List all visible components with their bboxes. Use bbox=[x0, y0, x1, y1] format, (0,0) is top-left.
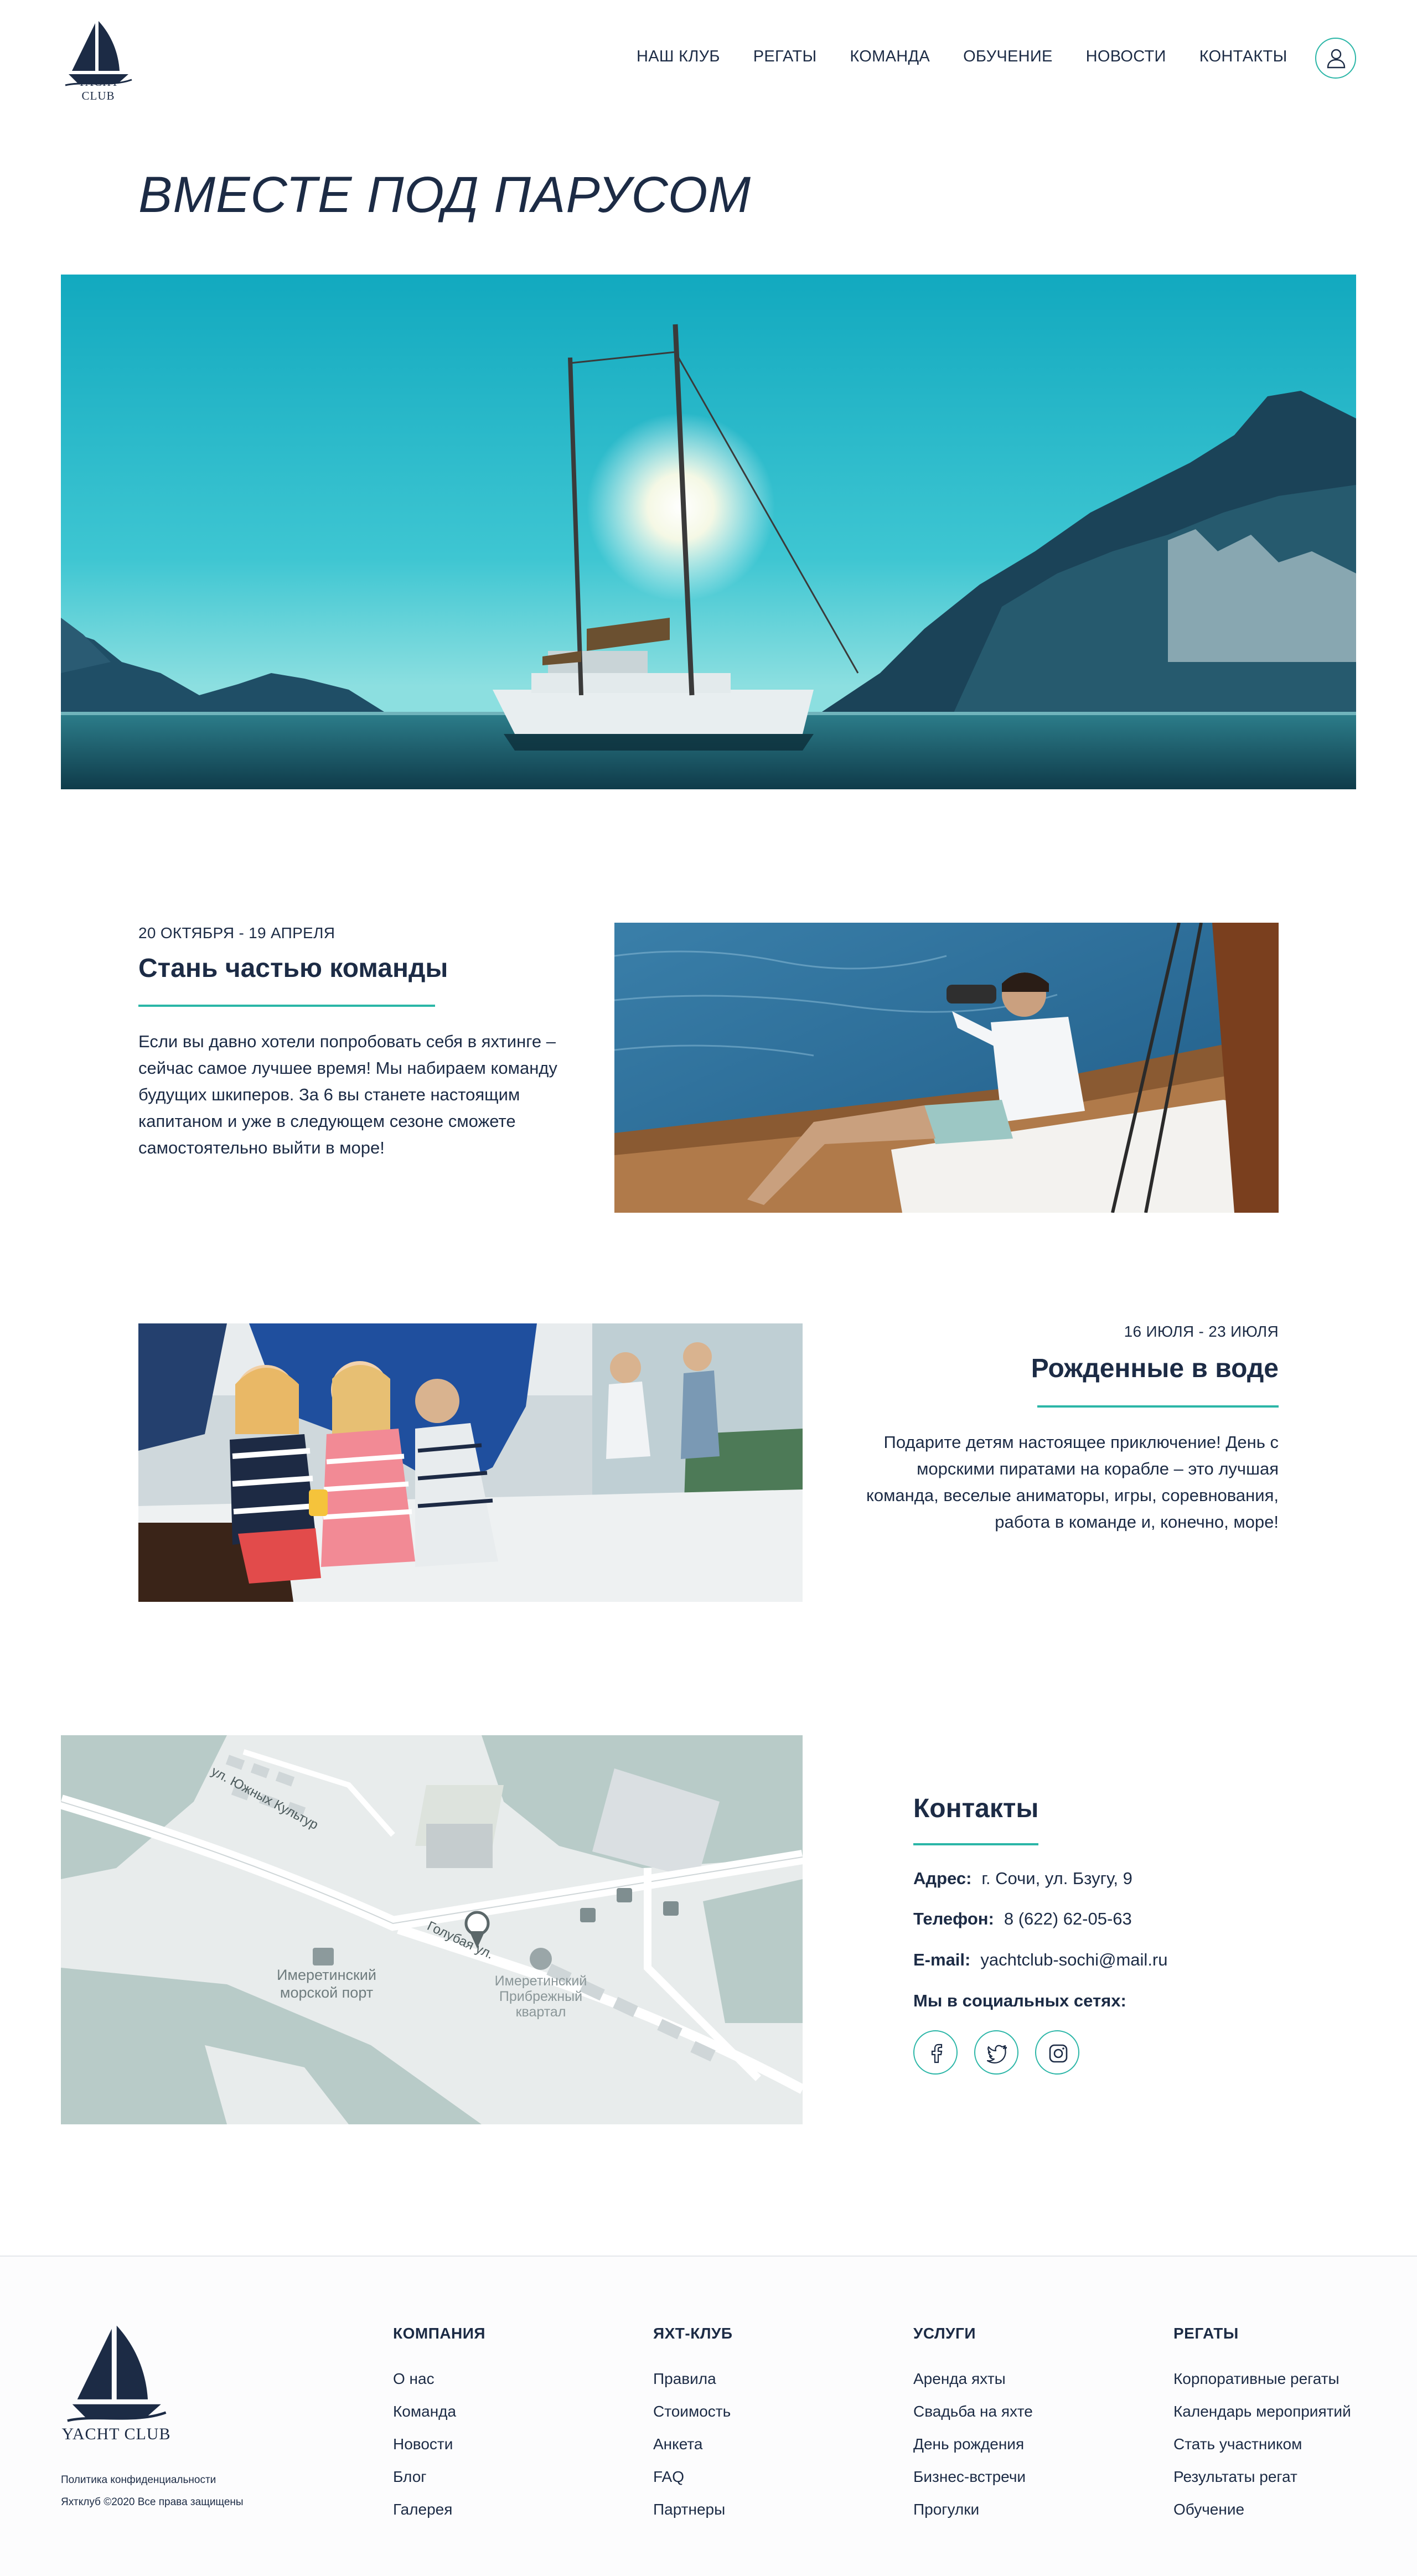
twitter-icon bbox=[986, 2045, 1007, 2063]
footer-link[interactable]: Прогулки bbox=[913, 2501, 1033, 2518]
footer-link[interactable]: О нас bbox=[393, 2370, 485, 2388]
phone-value[interactable]: 8 (622) 62-05-63 bbox=[1004, 1909, 1132, 1928]
email-value[interactable]: yachtclub-sochi@mail.ru bbox=[980, 1950, 1167, 1969]
footer-link[interactable]: Свадьба на яхте bbox=[913, 2403, 1033, 2420]
nav-item-contacts[interactable]: КОНТАКТЫ bbox=[1199, 48, 1287, 66]
facebook-icon bbox=[931, 2044, 943, 2063]
event-2-line: команда, веселые аниматоры, игры, соревн… bbox=[866, 1486, 1279, 1505]
footer-link[interactable]: Команда bbox=[393, 2403, 485, 2420]
event-2-line: работа в команде и, конечно, море! bbox=[995, 1512, 1279, 1532]
footer-link[interactable]: Новости bbox=[393, 2435, 485, 2453]
contact-address: Адрес: г. Сочи, ул. Бзугу, 9 bbox=[913, 1869, 1132, 1889]
header-logo[interactable]: YACHT CLUB bbox=[61, 20, 136, 103]
map-place-label: квартал bbox=[516, 2004, 566, 2020]
footer-link[interactable]: Галерея bbox=[393, 2501, 485, 2518]
event-1-line: Если вы давно хотели попробовать себя в … bbox=[138, 1032, 556, 1051]
social-label: Мы в социальных сетях: bbox=[913, 1991, 1126, 2010]
footer-column-regattas: РЕГАТЫ Корпоративные регаты Календарь ме… bbox=[1173, 2325, 1351, 2533]
logo-text: YACHT CLUB bbox=[77, 75, 119, 102]
map-place-label: морской порт bbox=[280, 1984, 373, 2001]
footer-link[interactable]: Аренда яхты bbox=[913, 2370, 1033, 2388]
event-1-title: Стань частью команды bbox=[138, 954, 448, 983]
user-icon bbox=[1327, 49, 1346, 69]
event-2-line: морскими пиратами на корабле – это лучша… bbox=[917, 1459, 1279, 1478]
event-2-title: Рожденные в воде bbox=[1031, 1354, 1279, 1383]
main-nav: НАШ КЛУБ РЕГАТЫ КОМАНДА ОБУЧЕНИЕ НОВОСТИ… bbox=[637, 48, 1287, 66]
event-1-description: Если вы давно хотели попробовать себя в … bbox=[138, 1028, 592, 1161]
nav-item-regattas[interactable]: РЕГАТЫ bbox=[753, 48, 817, 66]
event-1-line: сейчас самое лучшее время! Мы набираем к… bbox=[138, 1058, 557, 1078]
event-1-date: 20 ОКТЯБРЯ - 19 АПРЕЛЯ bbox=[138, 924, 335, 942]
contacts-underline bbox=[913, 1843, 1038, 1845]
footer-link[interactable]: Правила bbox=[653, 2370, 733, 2388]
hero-image bbox=[61, 275, 1356, 789]
map-place-label: Прибрежный bbox=[499, 1989, 582, 2004]
footer-column-title: КОМПАНИЯ bbox=[393, 2325, 486, 2342]
footer-link[interactable]: Блог bbox=[393, 2468, 485, 2486]
footer-column-title: УСЛУГИ bbox=[913, 2325, 976, 2342]
contacts-title: Контакты bbox=[913, 1794, 1039, 1823]
contact-phone: Телефон: 8 (622) 62-05-63 bbox=[913, 1909, 1132, 1929]
event-2-date: 16 ИЮЛЯ - 23 ИЮЛЯ bbox=[1124, 1323, 1279, 1340]
event-2-description: Подарите детям настоящее приключение! Де… bbox=[808, 1429, 1279, 1535]
twitter-button[interactable] bbox=[974, 2030, 1018, 2075]
footer-link[interactable]: FAQ bbox=[653, 2468, 733, 2486]
map-place-label: Имеретинский bbox=[495, 1973, 587, 1989]
nav-item-training[interactable]: ОБУЧЕНИЕ bbox=[963, 48, 1053, 66]
footer-link[interactable]: День рождения bbox=[913, 2435, 1033, 2453]
event-2-image bbox=[138, 1323, 803, 1602]
event-1-image bbox=[614, 923, 1279, 1213]
footer-logo-text: YACHT CLUB bbox=[61, 2425, 171, 2443]
contact-email: E-mail: yachtclub-sochi@mail.ru bbox=[913, 1950, 1168, 1970]
event-1-line: капитаном и уже в следующем сезоне сможе… bbox=[138, 1111, 516, 1131]
footer-link[interactable]: Результаты регат bbox=[1173, 2468, 1351, 2486]
address-value: г. Сочи, ул. Бзугу, 9 bbox=[981, 1869, 1132, 1888]
footer-link[interactable]: Анкета bbox=[653, 2435, 733, 2453]
address-label: Адрес: bbox=[913, 1869, 972, 1888]
map-place-label: Имеретинский bbox=[277, 1967, 376, 1983]
phone-label: Телефон: bbox=[913, 1909, 994, 1928]
event-1-line: самостоятельно выйти в море! bbox=[138, 1138, 385, 1157]
event-2-line: Подарите детям настоящее приключение! Де… bbox=[883, 1432, 1279, 1452]
hero-title: ВМЕСТЕ ПОД ПАРУСОМ bbox=[138, 167, 751, 223]
footer-column-company: КОМПАНИЯ О нас Команда Новости Блог Гале… bbox=[393, 2325, 485, 2533]
footer-link[interactable]: Стать участником bbox=[1173, 2435, 1351, 2453]
footer-column-services: УСЛУГИ Аренда яхты Свадьба на яхте День … bbox=[913, 2325, 1033, 2533]
footer-column-title: РЕГАТЫ bbox=[1173, 2325, 1239, 2342]
nav-item-team[interactable]: КОМАНДА bbox=[850, 48, 930, 66]
email-label: E-mail: bbox=[913, 1950, 971, 1969]
footer-link[interactable]: Корпоративные регаты bbox=[1173, 2370, 1351, 2388]
nav-item-news[interactable]: НОВОСТИ bbox=[1086, 48, 1166, 66]
facebook-button[interactable] bbox=[913, 2030, 958, 2075]
instagram-button[interactable] bbox=[1035, 2030, 1079, 2075]
footer-link[interactable]: Бизнес-встречи bbox=[913, 2468, 1033, 2486]
footer-link[interactable]: Партнеры bbox=[653, 2501, 733, 2518]
user-account-button[interactable] bbox=[1315, 38, 1356, 79]
privacy-link[interactable]: Политика конфиденциальности bbox=[61, 2474, 216, 2486]
event-1-underline bbox=[138, 1005, 435, 1007]
footer-link[interactable]: Стоимость bbox=[653, 2403, 733, 2420]
instagram-icon bbox=[1049, 2044, 1068, 2063]
footer-column-yachtclub: ЯХТ-КЛУБ Правила Стоимость Анкета FAQ Па… bbox=[653, 2325, 733, 2533]
footer-column-title: ЯХТ-КЛУБ bbox=[653, 2325, 733, 2342]
nav-item-club[interactable]: НАШ КЛУБ bbox=[637, 48, 720, 66]
copyright: Яхтклуб ©2020 Все права защищены bbox=[61, 2496, 244, 2508]
event-2-underline bbox=[1037, 1405, 1279, 1408]
event-1-line: будущих шкиперов. За 6 вы станете настоя… bbox=[138, 1085, 520, 1104]
sailboat-logo-icon bbox=[67, 2325, 167, 2422]
footer-link[interactable]: Обучение bbox=[1173, 2501, 1351, 2518]
footer-logo[interactable]: YACHT CLUB bbox=[61, 2322, 172, 2444]
location-map[interactable]: ул. Южных Культур Голубая ул. Имеретинск… bbox=[61, 1735, 803, 2124]
footer-link[interactable]: Календарь мероприятий bbox=[1173, 2403, 1351, 2420]
